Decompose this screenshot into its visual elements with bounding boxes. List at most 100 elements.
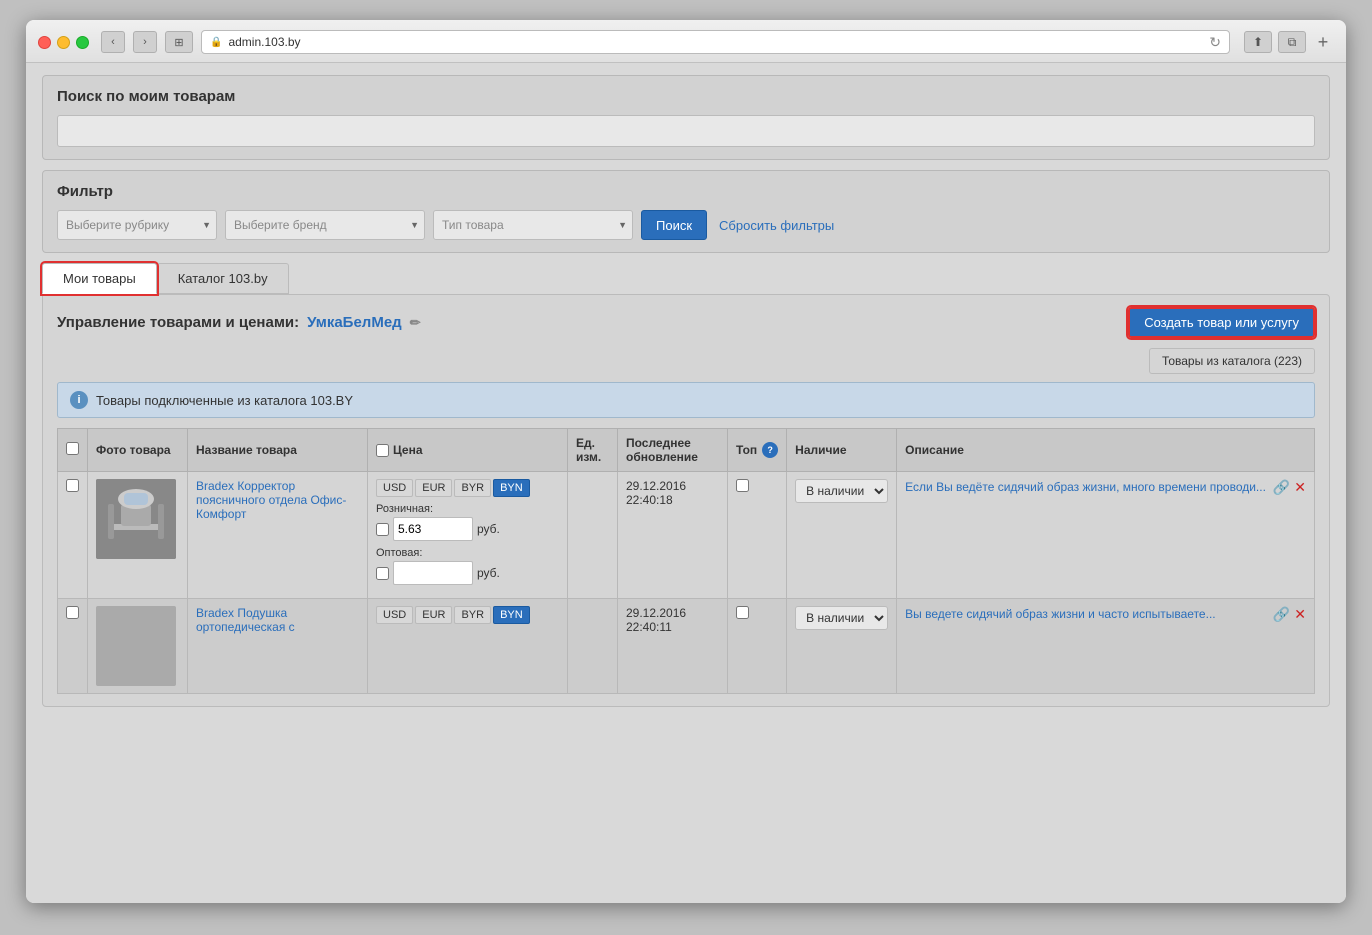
row2-checkbox[interactable] <box>66 606 79 619</box>
row1-retail-checkbox[interactable] <box>376 523 389 536</box>
search-section: Поиск по моим товарам <box>42 75 1330 160</box>
row2-photo-cell <box>88 599 188 694</box>
row2-product-link[interactable]: Bradex Подушка ортопедическая с <box>196 606 295 634</box>
row1-usd-btn[interactable]: USD <box>376 479 413 497</box>
row1-availability-select[interactable]: В наличии <box>795 479 888 503</box>
url-text: admin.103.by <box>228 35 300 49</box>
row2-byr-btn[interactable]: BYR <box>454 606 491 624</box>
row1-name-cell: Bradex Корректор поясничного отдела Офис… <box>188 472 368 599</box>
row2-availability-select[interactable]: В наличии <box>795 606 888 630</box>
row1-wholesale-row: руб. <box>376 561 559 585</box>
main-content-area: Управление товарами и ценами: УмкаБелМед… <box>42 294 1330 707</box>
row1-byr-btn[interactable]: BYR <box>454 479 491 497</box>
row1-price-cell: USD EUR BYR BYN Розничная: руб. <box>368 472 568 599</box>
search-button[interactable]: Поиск <box>641 210 707 240</box>
row1-photo-svg <box>96 479 176 559</box>
row2-usd-btn[interactable]: USD <box>376 606 413 624</box>
search-input[interactable] <box>57 115 1315 147</box>
row2-name-cell: Bradex Подушка ортопедическая с <box>188 599 368 694</box>
row2-eur-btn[interactable]: EUR <box>415 606 452 624</box>
brand-select[interactable]: Выберите бренд <box>225 210 425 240</box>
minimize-button[interactable] <box>57 36 70 49</box>
price-header-checkbox[interactable] <box>376 444 389 457</box>
row2-top-checkbox[interactable] <box>736 606 749 619</box>
info-banner-text: Товары подключенные из каталога 103.BY <box>96 393 353 408</box>
reset-filters-button[interactable]: Сбросить фильтры <box>715 213 838 238</box>
row2-currency-btns: USD EUR BYR BYN <box>376 606 559 624</box>
row1-description-cell: Если Вы ведёте сидячий образ жизни, мног… <box>897 472 1315 599</box>
brand-select-wrapper: Выберите бренд ▼ <box>225 210 425 240</box>
row1-unit-cell <box>568 472 618 599</box>
new-tab-square-button[interactable]: ⧉ <box>1278 31 1306 53</box>
browser-titlebar: ‹ › ⊞ 🔒 admin.103.by ↻ ⬆ ⧉ + <box>26 20 1346 63</box>
filter-row: Выберите рубрику ▼ Выберите бренд ▼ Тип … <box>57 210 1315 240</box>
row1-byn-btn[interactable]: BYN <box>493 479 530 497</box>
row1-retail-label: Розничная: <box>376 503 559 515</box>
row1-wholesale-currency: руб. <box>477 566 500 580</box>
row1-top-checkbox[interactable] <box>736 479 749 492</box>
row2-product-photo <box>96 606 176 686</box>
row2-top-cell <box>728 599 787 694</box>
row2-description-text: Вы ведете сидячий образ жизни и часто ис… <box>905 606 1215 623</box>
forward-button[interactable]: › <box>133 31 157 53</box>
row1-retail-input[interactable] <box>393 517 473 541</box>
th-checkbox <box>58 429 88 472</box>
filter-section-title: Фильтр <box>57 183 1315 200</box>
rubric-select[interactable]: Выберите рубрику <box>57 210 217 240</box>
row1-retail-row: руб. <box>376 517 559 541</box>
row1-product-link[interactable]: Bradex Корректор поясничного отдела Офис… <box>196 479 346 521</box>
select-all-checkbox[interactable] <box>66 442 79 455</box>
top-help-badge[interactable]: ? <box>762 442 778 458</box>
refresh-icon[interactable]: ↻ <box>1209 34 1221 51</box>
maximize-button[interactable] <box>76 36 89 49</box>
row2-update-text: 29.12.2016 22:40:11 <box>626 606 686 634</box>
search-section-title: Поиск по моим товарам <box>57 88 1315 105</box>
management-title-text: Управление товарами и ценами: <box>57 314 299 331</box>
table-header-row: Фото товара Название товара Цена <box>58 429 1315 472</box>
row2-price-cell: USD EUR BYR BYN <box>368 599 568 694</box>
row2-delete-icon[interactable]: ✕ <box>1294 606 1306 623</box>
row1-wholesale-input[interactable] <box>393 561 473 585</box>
th-name: Название товара <box>188 429 368 472</box>
row1-wholesale-checkbox[interactable] <box>376 567 389 580</box>
th-description: Описание <box>897 429 1315 472</box>
shop-name-link[interactable]: УмкаБелМед <box>307 314 402 331</box>
create-product-button[interactable]: Создать товар или услугу <box>1128 307 1315 338</box>
catalog-count-button[interactable]: Товары из каталога (223) <box>1149 348 1315 374</box>
row1-top-cell <box>728 472 787 599</box>
filter-section: Фильтр Выберите рубрику ▼ Выберите бренд… <box>42 170 1330 253</box>
th-photo: Фото товара <box>88 429 188 472</box>
row1-delete-icon[interactable]: ✕ <box>1294 479 1306 496</box>
row1-checkbox[interactable] <box>66 479 79 492</box>
tab-my-goods[interactable]: Мои товары <box>42 263 157 294</box>
info-icon: i <box>70 391 88 409</box>
type-select-wrapper: Тип товара ▼ <box>433 210 633 240</box>
row1-description-text: Если Вы ведёте сидячий образ жизни, мног… <box>905 479 1266 496</box>
th-unit: Ед. изм. <box>568 429 618 472</box>
row2-unit-cell <box>568 599 618 694</box>
row1-product-photo <box>96 479 176 559</box>
row2-availability-cell: В наличии <box>787 599 897 694</box>
row2-checkbox-cell <box>58 599 88 694</box>
row1-checkbox-cell <box>58 472 88 599</box>
url-bar[interactable]: 🔒 admin.103.by ↻ <box>201 30 1230 54</box>
management-title: Управление товарами и ценами: УмкаБелМед… <box>57 314 421 331</box>
management-header: Управление товарами и ценами: УмкаБелМед… <box>57 307 1315 338</box>
row1-link-icon[interactable]: 🔗 <box>1273 479 1290 496</box>
back-button[interactable]: ‹ <box>101 31 125 53</box>
tab-overview-button[interactable]: ⊞ <box>165 31 193 53</box>
close-button[interactable] <box>38 36 51 49</box>
type-select[interactable]: Тип товара <box>433 210 633 240</box>
page-content: Поиск по моим товарам Фильтр Выберите ру… <box>26 63 1346 903</box>
row2-link-icon[interactable]: 🔗 <box>1273 606 1290 623</box>
add-tab-button[interactable]: + <box>1312 31 1334 53</box>
tab-catalog[interactable]: Каталог 103.by <box>157 263 289 294</box>
th-price: Цена <box>368 429 568 472</box>
row2-update-cell: 29.12.2016 22:40:11 <box>618 599 728 694</box>
row2-byn-btn[interactable]: BYN <box>493 606 530 624</box>
row1-eur-btn[interactable]: EUR <box>415 479 452 497</box>
edit-icon[interactable]: ✏ <box>410 315 421 331</box>
row1-wholesale-label: Оптовая: <box>376 547 559 559</box>
share-button[interactable]: ⬆ <box>1244 31 1272 53</box>
rubric-select-wrapper: Выберите рубрику ▼ <box>57 210 217 240</box>
